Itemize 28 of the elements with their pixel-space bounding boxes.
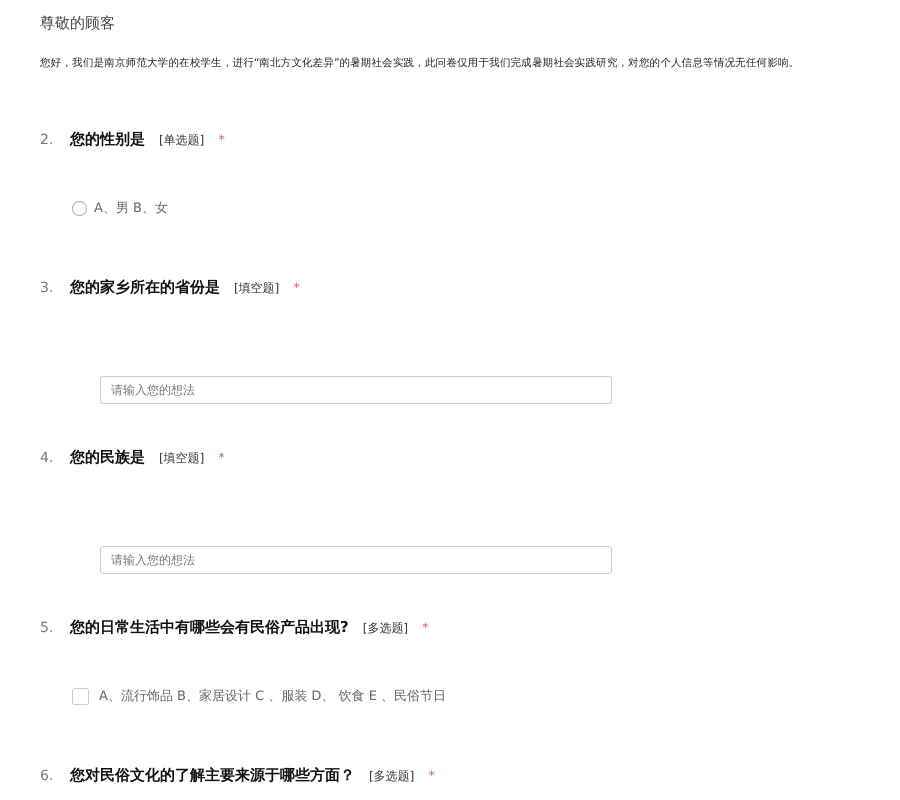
question-title: 您的民族是 xyxy=(70,448,145,467)
question-type: [单选题] xyxy=(159,132,204,149)
question-number: 3. xyxy=(40,280,54,296)
question-number: 4. xyxy=(40,450,54,466)
option-label[interactable]: A、男 B、女 xyxy=(94,199,168,217)
radio-button[interactable] xyxy=(72,200,87,216)
intro-paragraph: 您好，我们是南京师范大学的在校学生，进行“南北方文化差异”的暑期社会实践，此问卷仅用于我们完成暑期社会实践研究，对您的个人信息等情况无任何影响。 xyxy=(40,56,800,70)
answer-field[interactable]: 请输入您的想法 xyxy=(100,376,612,404)
option-label[interactable]: A、流行饰品 B、家居设计 C 、服装 D、 饮食 E 、民俗节日 xyxy=(99,687,446,705)
required-mark: * xyxy=(428,769,435,784)
answer-field[interactable]: 请输入您的想法 xyxy=(100,546,612,574)
survey-heading: 尊敬的顾客 xyxy=(40,14,116,34)
question-number: 5. xyxy=(40,620,54,636)
required-mark: * xyxy=(422,621,429,636)
question-title: 您的日常生活中有哪些会有民俗产品出现? xyxy=(70,618,349,637)
question-title: 您的性别是 xyxy=(70,130,145,149)
required-mark: * xyxy=(218,451,225,466)
question-type: [多选题] xyxy=(362,620,408,637)
question-number: 2. xyxy=(40,132,54,148)
question-type: [填空题] xyxy=(234,280,280,297)
question-number: 6. xyxy=(40,768,54,784)
question-title: 您对民俗文化的了解主要来源于哪些方面？ xyxy=(70,766,355,785)
question-type: [多选题] xyxy=(369,768,414,785)
checkbox[interactable] xyxy=(72,688,89,704)
required-mark: * xyxy=(293,281,300,296)
question-title: 您的家乡所在的省份是 xyxy=(70,278,220,297)
required-mark: * xyxy=(218,133,225,148)
question-type: [填空题] xyxy=(159,450,204,467)
